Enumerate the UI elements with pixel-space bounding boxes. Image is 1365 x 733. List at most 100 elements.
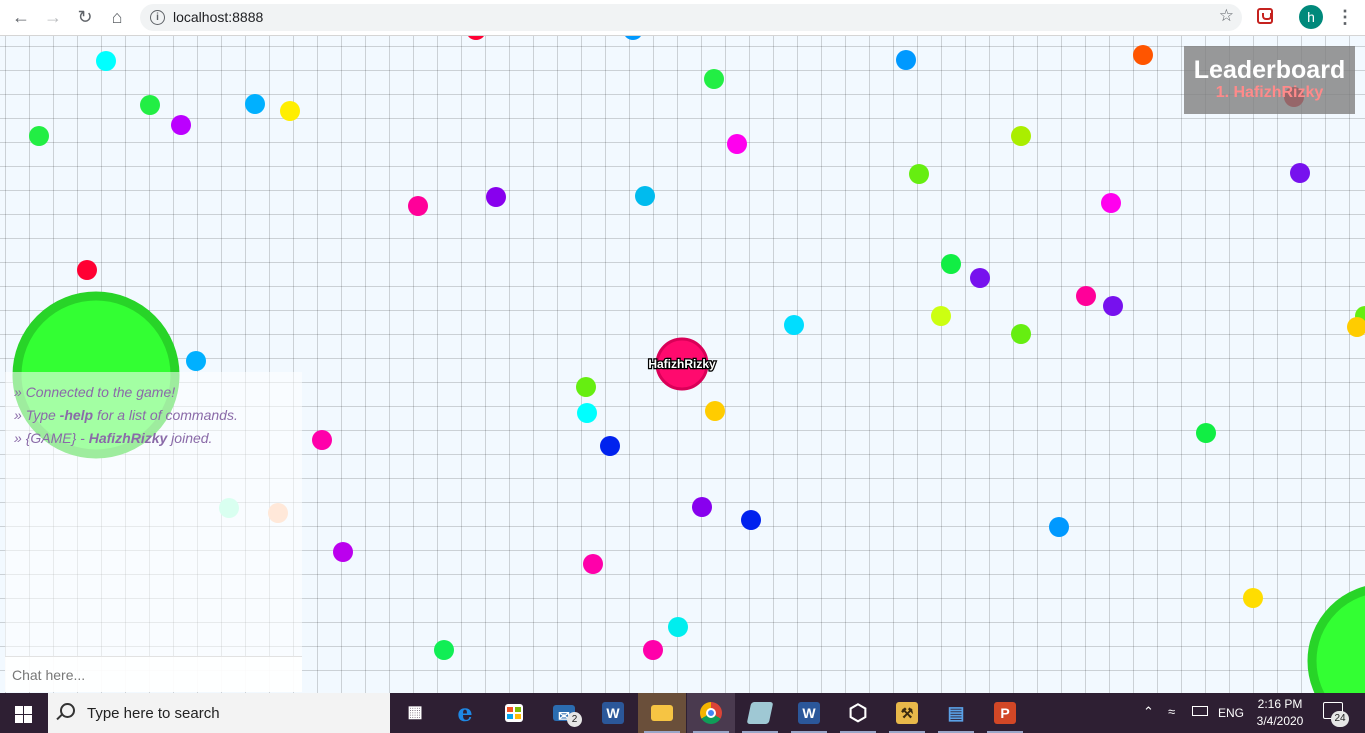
food-pellet (1049, 517, 1069, 537)
file-explorer-app[interactable] (638, 693, 686, 733)
tool-app[interactable]: ⚒ (883, 693, 931, 733)
food-pellet (909, 164, 929, 184)
chat-message: » {GAME} - HafizhRizky joined. (14, 427, 238, 450)
leaderboard-panel: Leaderboard 1. HafizhRizky (1184, 46, 1355, 114)
food-pellet (1347, 317, 1365, 337)
more-menu-icon[interactable]: ⋮ (1336, 5, 1354, 29)
food-pellet (1243, 588, 1263, 608)
player-name-label: HafizhRizky (648, 357, 716, 371)
chrome-icon (700, 702, 722, 724)
back-icon[interactable]: ← (8, 4, 34, 30)
food-pellet (333, 542, 353, 562)
notes-icon (746, 702, 774, 724)
reload-icon[interactable]: ↻ (72, 4, 98, 30)
food-pellet (784, 315, 804, 335)
store-app[interactable] (490, 693, 538, 733)
chrome-app[interactable] (687, 693, 735, 733)
food-pellet (186, 351, 206, 371)
food-pellet (705, 401, 725, 421)
chat-message-text: for a list of commands. (93, 407, 238, 423)
home-icon[interactable]: ⌂ (104, 4, 130, 30)
chat-message-text: {GAME} - (25, 430, 89, 446)
food-pellet (625, 36, 641, 40)
folder-icon (651, 705, 673, 721)
food-pellet (896, 50, 916, 70)
notification-count-badge: 24 (1331, 711, 1349, 727)
food-pellet (576, 377, 596, 397)
food-pellet (704, 69, 724, 89)
food-pellet (970, 268, 990, 288)
edge-icon: e (457, 698, 473, 727)
notes-app[interactable] (736, 693, 784, 733)
food-pellet (1133, 45, 1153, 65)
food-pellet (1103, 296, 1123, 316)
wifi-icon[interactable]: ≈ (1168, 704, 1175, 719)
food-pellet (727, 134, 747, 154)
language-indicator[interactable]: ENG (1218, 706, 1244, 720)
food-pellet (668, 617, 688, 637)
food-pellet (583, 554, 603, 574)
word-app[interactable]: W (785, 693, 833, 733)
extension-icon[interactable] (1257, 8, 1273, 24)
search-icon (60, 703, 75, 718)
bookmark-star-icon[interactable]: ☆ (1219, 6, 1234, 26)
virtualbox-icon: ⬡ (848, 700, 868, 725)
chat-message-text: joined. (167, 430, 213, 446)
address-bar[interactable]: i localhost:8888 ☆ (140, 4, 1242, 31)
powerpoint-app[interactable]: P (981, 693, 1029, 733)
food-pellet (741, 510, 761, 530)
chat-input[interactable] (5, 656, 302, 692)
mail-app[interactable]: ✉ 2 (540, 693, 588, 733)
enemy-cell (1307, 586, 1365, 693)
game-canvas[interactable]: HafizhRizky Leaderboard 1. HafizhRizky »… (0, 36, 1365, 693)
word-icon: W (798, 702, 820, 724)
food-pellet (434, 640, 454, 660)
task-view-icon: ▦ (407, 704, 423, 721)
mail-badge: 2 (567, 712, 582, 727)
food-pellet (280, 101, 300, 121)
store-icon (505, 704, 523, 722)
chat-message: » Type -help for a list of commands. (14, 404, 238, 427)
chat-message-prefix: » (14, 407, 26, 423)
food-pellet (140, 95, 160, 115)
battery-icon[interactable] (1192, 706, 1208, 716)
clock-time[interactable]: 2:16 PM (1245, 697, 1315, 711)
food-pellet (29, 126, 49, 146)
site-info-icon[interactable]: i (150, 10, 165, 25)
remote-icon: ▤ (947, 703, 965, 723)
chat-message-list: » Connected to the game!» Type -help for… (14, 381, 238, 450)
chat-message-highlight: HafizhRizky (88, 430, 168, 446)
food-pellet (408, 196, 428, 216)
taskbar-search-box[interactable]: Type here to search (48, 693, 390, 733)
forward-icon[interactable]: → (40, 4, 66, 30)
food-pellet (1011, 126, 1031, 146)
word-icon: W (602, 702, 624, 724)
food-pellet (941, 254, 961, 274)
food-pellet (245, 94, 265, 114)
windows-taskbar: Type here to search ▦ e ✉ 2 W W ⬡ ⚒ ▤ P … (0, 693, 1365, 733)
virtualbox-app[interactable]: ⬡ (834, 693, 882, 733)
food-pellet (643, 640, 663, 660)
edge-app[interactable]: e (441, 693, 489, 733)
food-pellet (635, 186, 655, 206)
leaderboard-title: Leaderboard (1193, 56, 1346, 84)
food-pellet (468, 36, 484, 40)
food-pellet (1196, 423, 1216, 443)
search-placeholder: Type here to search (87, 705, 220, 722)
url-text[interactable]: localhost:8888 (173, 9, 263, 25)
word-taskbar-app[interactable]: W (589, 693, 637, 733)
chat-message: » Connected to the game! (14, 381, 238, 404)
chat-message-prefix: » (14, 384, 26, 400)
profile-avatar[interactable]: h (1299, 5, 1323, 29)
clock-date[interactable]: 3/4/2020 (1245, 714, 1315, 728)
chat-message-highlight: -help (59, 407, 94, 423)
remote-app[interactable]: ▤ (932, 693, 980, 733)
tool-icon: ⚒ (896, 702, 918, 724)
food-pellet (1290, 163, 1310, 183)
food-pellet (1076, 286, 1096, 306)
task-view-button[interactable]: ▦ (391, 693, 439, 733)
show-hidden-icons-icon[interactable]: ⌃ (1143, 704, 1154, 720)
food-pellet (96, 51, 116, 71)
start-button[interactable] (0, 693, 47, 733)
food-pellet (1101, 193, 1121, 213)
